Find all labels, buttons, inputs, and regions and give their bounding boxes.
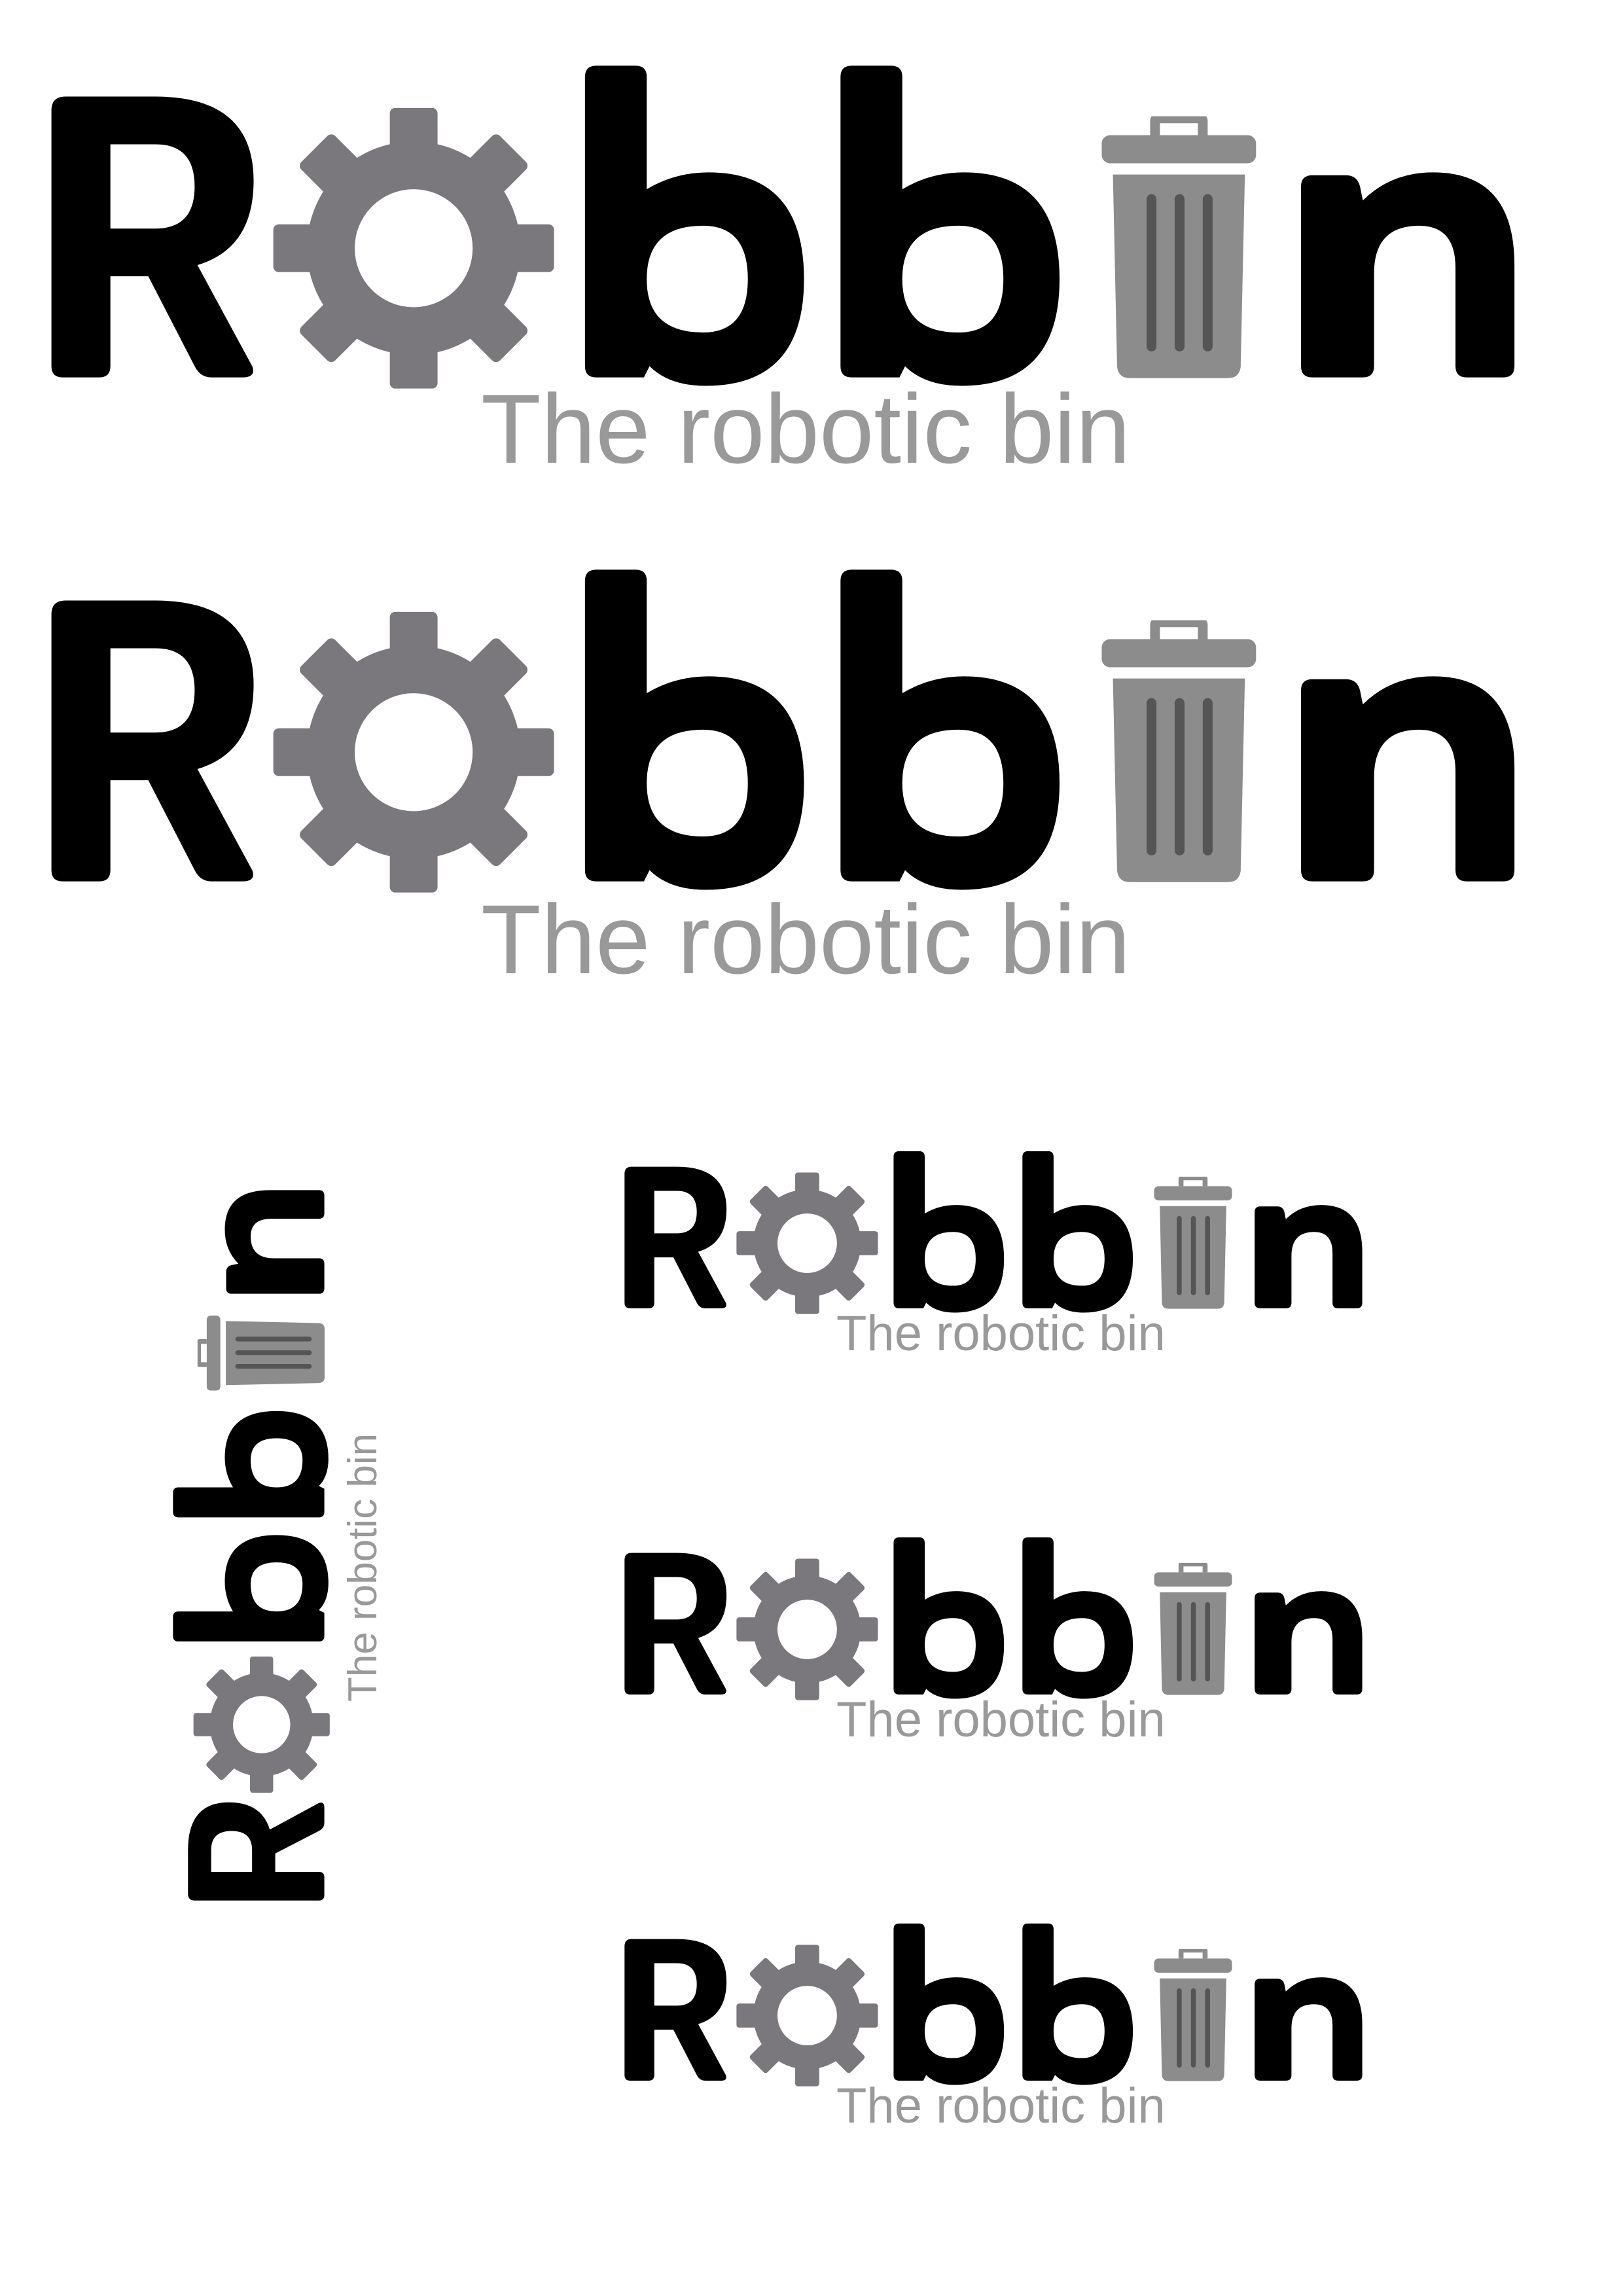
logo-vertical-mark xyxy=(168,1136,331,1921)
tagline-small-2: The robotic bin xyxy=(836,1692,1166,1748)
tagline-small-1: The robotic bin xyxy=(836,1306,1166,1361)
tagline-large-2: The robotic bin xyxy=(481,884,1131,994)
tagline-small-3: The robotic bin xyxy=(836,2078,1166,2134)
tagline-vertical-wrap: The robotic bin xyxy=(340,1361,386,1702)
tagline-vertical: The robotic bin xyxy=(340,1433,385,1702)
logo-vertical xyxy=(168,1136,331,1921)
logo-sheet: The robotic bin The robotic bin The robo… xyxy=(0,0,1623,2296)
tagline-large-1: The robotic bin xyxy=(481,374,1131,484)
